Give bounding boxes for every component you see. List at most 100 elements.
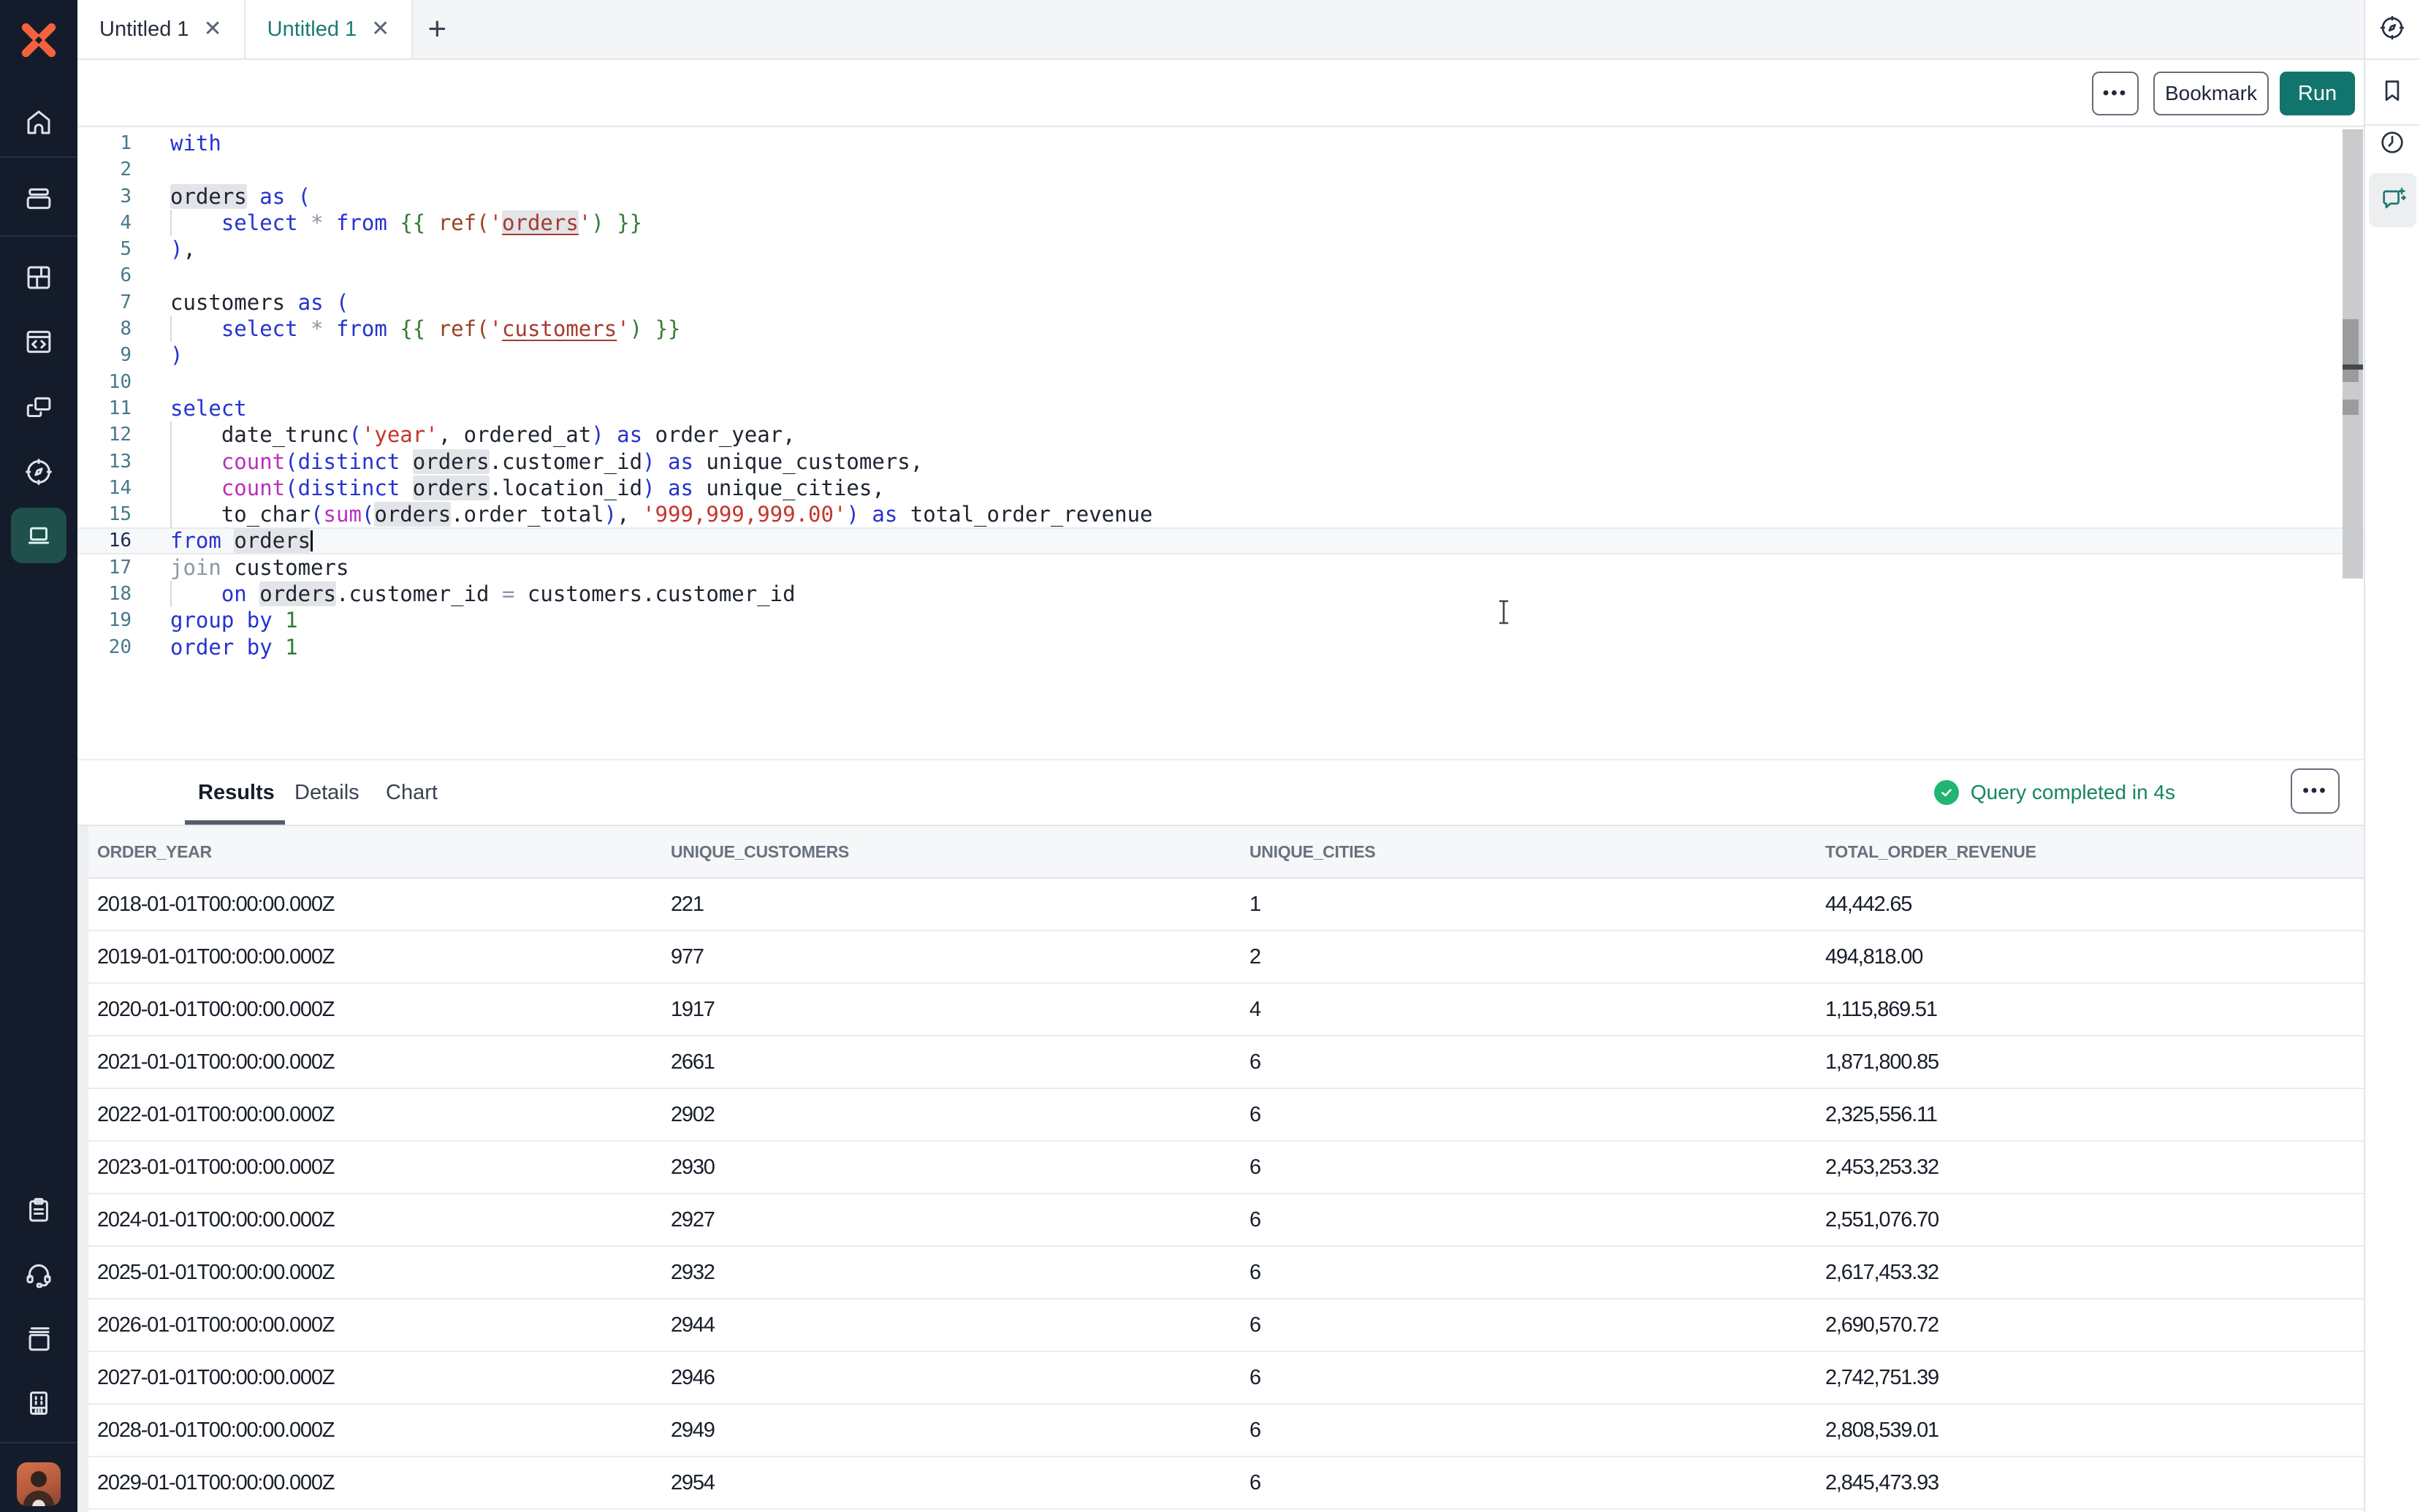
table-cell: 2 (1241, 945, 1816, 969)
column-header[interactable]: TOTAL_ORDER_REVENUE (1816, 842, 2365, 862)
code-token: group (170, 608, 234, 633)
code-browser-icon[interactable] (23, 327, 54, 357)
organization-building-icon[interactable] (23, 1388, 54, 1419)
code-line[interactable]: 19group by 1 (77, 607, 2365, 633)
table-cell: 4 (1241, 998, 1816, 1022)
code-token: ) (591, 210, 604, 235)
table-cell: 2930 (662, 1156, 1241, 1180)
code-line[interactable]: 1with (77, 130, 2365, 156)
line-number: 16 (77, 527, 132, 554)
clipboard-icon[interactable] (23, 1195, 54, 1226)
windows-icon[interactable] (23, 392, 54, 423)
code-token (387, 316, 400, 341)
line-number: 17 (77, 554, 132, 581)
tab-results[interactable]: Results (198, 760, 275, 825)
code-token: ( (285, 476, 297, 500)
user-avatar[interactable] (17, 1462, 61, 1506)
support-headset-icon[interactable] (23, 1259, 54, 1290)
table-cell: 2022-01-01T00:00:00.000Z (88, 1103, 662, 1127)
table-row: 2018-01-01T00:00:00.000Z221144,442.65 (88, 879, 2365, 931)
code-line[interactable]: 15 to_char(sum(orders.order_total), '999… (77, 501, 2365, 527)
explore-compass-icon[interactable] (23, 457, 54, 487)
editor-scrollbar[interactable] (2343, 129, 2363, 579)
tab-untitled-1-active[interactable]: Untitled 1 ✕ (246, 0, 414, 58)
code-line[interactable]: 13 count(distinct orders.customer_id) as… (77, 448, 2365, 475)
code-line[interactable]: 4 select * from {{ ref('orders') }} (77, 210, 2365, 236)
column-header[interactable]: UNIQUE_CITIES (1241, 842, 1816, 862)
table-cell: 2,551,076.70 (1816, 1208, 2365, 1232)
table-row: 2024-01-01T00:00:00.000Z292762,551,076.7… (88, 1194, 2365, 1247)
status-text: Query completed in 4s (1971, 781, 2175, 804)
bookmark-icon[interactable] (2378, 77, 2406, 104)
code-token (425, 210, 438, 235)
tab-chart[interactable]: Chart (386, 760, 438, 825)
code-token: as (872, 502, 897, 527)
code-line[interactable]: 9) (77, 342, 2365, 368)
code-token (234, 608, 246, 633)
compass-icon[interactable] (2378, 14, 2406, 42)
tab-untitled-1[interactable]: Untitled 1 ✕ (77, 0, 246, 58)
table-row: 2026-01-01T00:00:00.000Z294462,690,570.7… (88, 1299, 2365, 1352)
code-line[interactable]: 17join customers (77, 554, 2365, 581)
code-token: sum (324, 502, 362, 527)
tab-details[interactable]: Details (294, 760, 359, 825)
code-line[interactable]: 18 on orders.customer_id = customers.cus… (77, 581, 2365, 607)
code-line[interactable]: 8 select * from {{ ref('customers') }} (77, 316, 2365, 342)
table-cell: 6 (1241, 1313, 1816, 1337)
code-line[interactable]: 14 count(distinct orders.location_id) as… (77, 475, 2365, 501)
table-cell: 2025-01-01T00:00:00.000Z (88, 1261, 662, 1285)
code-line[interactable]: 6 (77, 262, 2365, 289)
code-token: {{ (400, 316, 425, 341)
sql-editor[interactable]: 1with23orders as (4 select * from {{ ref… (77, 127, 2365, 759)
code-token: }} (617, 210, 642, 235)
ai-chat-selected[interactable] (2369, 173, 2416, 227)
code-line[interactable]: 12 date_trunc('year', ordered_at) as ord… (77, 421, 2365, 448)
apps-grid-icon[interactable] (23, 262, 54, 293)
code-line[interactable]: 5), (77, 236, 2365, 262)
code-token: 'year' (362, 422, 438, 447)
text-cursor (311, 530, 313, 551)
code-token (859, 502, 872, 527)
projects-drawer-icon[interactable] (23, 183, 54, 214)
code-token: '999,999,999.00' (642, 502, 846, 527)
scrollbar-thumb[interactable] (2343, 319, 2359, 382)
rail-divider (2365, 124, 2420, 126)
bookmark-button[interactable]: Bookmark (2153, 72, 2269, 115)
new-tab-button[interactable]: + (413, 0, 461, 58)
code-token (655, 449, 668, 474)
home-icon[interactable] (23, 107, 54, 138)
run-button[interactable]: Run (2280, 72, 2355, 115)
code-token: unique_cities, (693, 476, 885, 500)
code-line[interactable]: 16from orders (77, 527, 2365, 554)
close-icon[interactable]: ✕ (371, 18, 389, 40)
docs-book-icon[interactable] (23, 1324, 54, 1354)
code-token: customers (502, 316, 617, 341)
line-number: 9 (77, 342, 132, 368)
table-row: 2028-01-01T00:00:00.000Z294962,808,539.0… (88, 1405, 2365, 1457)
column-header[interactable]: ORDER_YEAR (88, 842, 662, 862)
table-cell: 2,845,473.93 (1816, 1471, 2365, 1495)
query-status: Query completed in 4s (1934, 760, 2175, 825)
sidebar-item-notebook-active[interactable] (11, 508, 66, 563)
code-line[interactable]: 7customers as ( (77, 289, 2365, 316)
results-more-button[interactable]: ••• (2291, 768, 2340, 814)
more-options-button[interactable]: ••• (2092, 72, 2139, 115)
code-token: by (247, 608, 273, 633)
table-cell: 2,617,453.32 (1816, 1261, 2365, 1285)
column-header[interactable]: UNIQUE_CUSTOMERS (662, 842, 1241, 862)
hex-logo-icon[interactable] (19, 20, 58, 60)
code-line[interactable]: 2 (77, 156, 2365, 183)
history-clock-icon[interactable] (2378, 129, 2406, 156)
table-cell: 2024-01-01T00:00:00.000Z (88, 1208, 662, 1232)
line-number: 20 (77, 634, 132, 660)
table-cell: 2,325,556.11 (1816, 1103, 2365, 1127)
code-line[interactable]: 10 (77, 369, 2365, 395)
close-icon[interactable]: ✕ (204, 18, 222, 40)
code-token: ) (604, 502, 617, 527)
code-token: from (336, 210, 387, 235)
code-line[interactable]: 3orders as ( (77, 183, 2365, 210)
code-line[interactable]: 20order by 1 (77, 634, 2365, 660)
code-line[interactable]: 11select (77, 395, 2365, 421)
left-sidebar (0, 0, 77, 1512)
line-number: 19 (77, 607, 132, 633)
